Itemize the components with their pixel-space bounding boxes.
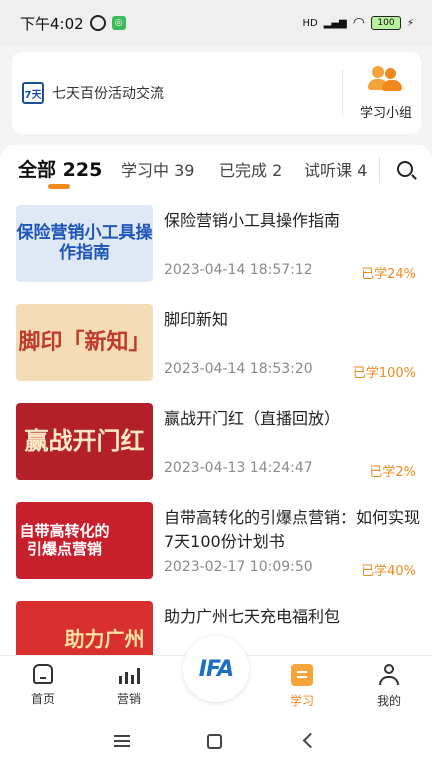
alarm-icon [89,15,106,31]
system-nav-bar [0,715,432,768]
course-item[interactable]: 自带高转化的引爆点营销 自带高转化的引爆点营销：如何实现7天100份计划书 20… [0,502,432,602]
tab-learning[interactable]: 学习中 39 [121,157,194,181]
chart-icon [118,664,140,684]
active-tab-indicator [48,184,70,189]
course-thumbnail: 脚印「新知」 [16,304,153,381]
person-icon [379,664,399,686]
course-title: 助力广州七天充电福利包 [164,607,341,626]
course-thumbnail: 赢战开门红 [16,403,153,480]
study-group-button[interactable]: 学习小组 [352,64,420,121]
signal-icon: ▂▄▆ [323,17,347,29]
status-bar: 下午4:02 ◎ HD ▂▄▆ ◠ 100 ⚡ [0,0,432,46]
group-header-card: 7天 七天百份活动交流 学习小组 [12,52,421,134]
course-date: 2023-02-17 10:09:50 [164,559,313,575]
course-title: 赢战开门红（直播回放） [164,409,341,428]
course-progress: 已学24% [361,267,416,282]
tab-trial[interactable]: 试听课 4 [304,157,367,181]
search-icon[interactable] [397,161,413,177]
nav-me[interactable]: 我的 [359,664,419,709]
tabs-divider [379,157,380,183]
tab-completed[interactable]: 已完成 2 [219,157,282,181]
center-logo-button[interactable]: IFA [183,636,249,702]
battery-icon: 100 [370,16,401,30]
back-icon[interactable] [302,732,319,749]
course-date: 2023-04-14 18:57:12 [164,262,313,278]
app-notification-icon: ◎ [111,16,126,30]
nav-marketing[interactable]: 营销 [99,664,159,707]
course-item[interactable]: 赢战开门红 赢战开门红（直播回放） 2023-04-13 14:24:47 已学… [0,403,432,503]
wifi-icon: ◠ [352,15,365,31]
home-square-icon[interactable] [207,734,222,749]
home-icon [33,664,53,684]
course-progress: 已学2% [369,465,416,480]
course-thumbnail: 保险营销小工具操作指南 [16,205,153,282]
group-logo: 7天 [22,82,44,104]
nav-home[interactable]: 首页 [13,664,73,707]
course-thumbnail: 自带高转化的引爆点营销 [16,502,153,579]
course-item[interactable]: 脚印「新知」 脚印新知 2023-04-14 18:53:20 已学100% [0,304,432,404]
signal-label: HD [302,17,318,29]
header-divider [342,70,343,116]
course-progress: 已学40% [361,564,416,579]
course-progress: 已学100% [352,366,416,381]
group-name: 七天百份活动交流 [52,86,164,102]
nav-study[interactable]: 学习 [272,664,332,709]
charging-icon: ⚡ [406,17,414,29]
course-panel: 全部 225 学习中 39 已完成 2 试听课 4 保险营销小工具操作指南 保险… [0,145,432,655]
menu-icon[interactable] [114,735,130,737]
course-thumbnail: 助力广州 [16,601,153,655]
study-group-label: 学习小组 [359,106,412,121]
course-date: 2023-04-14 18:53:20 [164,361,313,377]
course-date: 2023-04-13 14:24:47 [164,460,313,476]
people-icon [368,64,404,94]
course-title: 脚印新知 [164,310,229,329]
tab-bar: 全部 225 学习中 39 已完成 2 试听课 4 [0,145,432,195]
course-item[interactable]: 保险营销小工具操作指南 保险营销小工具操作指南 2023-04-14 18:57… [0,205,432,305]
course-title: 自带高转化的引爆点营销：如何实现7天100份计划书 [164,508,421,551]
study-icon [291,664,313,686]
tab-all[interactable]: 全部 225 [18,155,102,182]
course-title: 保险营销小工具操作指南 [164,211,341,230]
status-time: 下午4:02 [20,14,84,33]
